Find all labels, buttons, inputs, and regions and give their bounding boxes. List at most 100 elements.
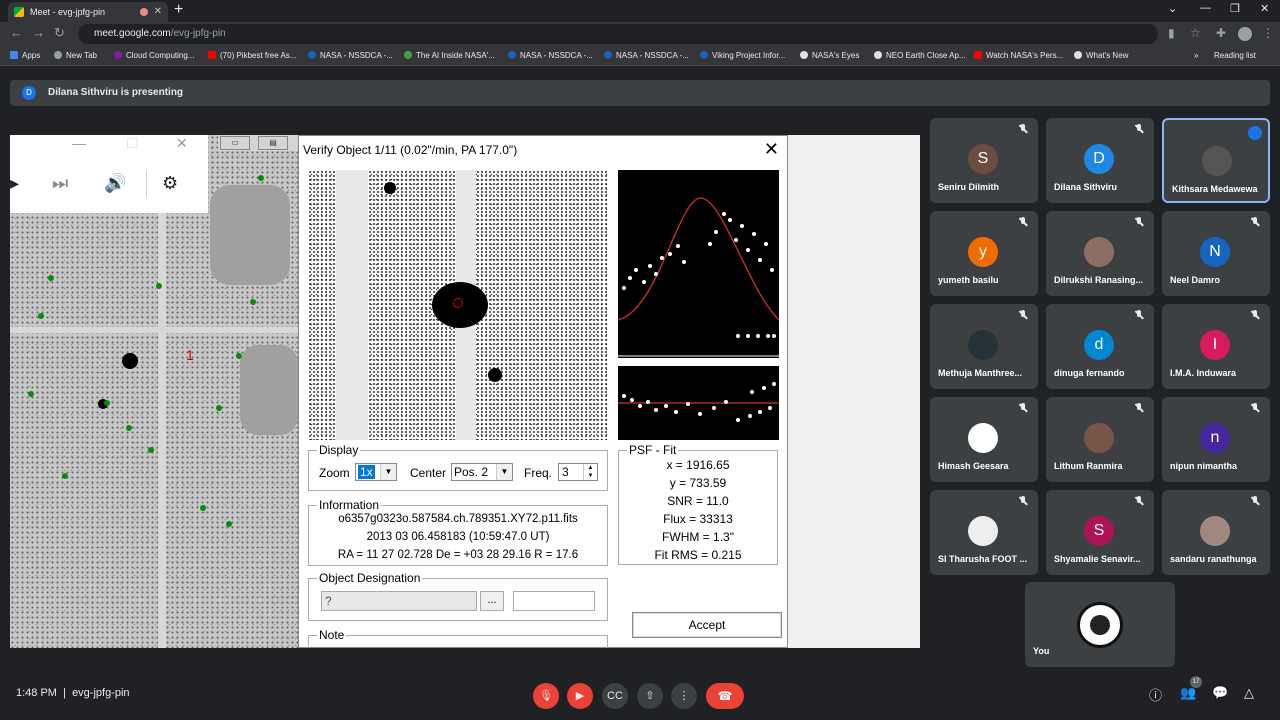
bookmark-item[interactable]: NASA - NSSDCA -... xyxy=(308,46,393,66)
designation-field[interactable]: ? xyxy=(321,591,477,611)
chevron-down-icon[interactable]: ▼ xyxy=(496,464,512,480)
camera-in-use-icon[interactable]: ▮ xyxy=(1168,26,1175,40)
meet-main: D Dilana Sithviru is presenting 1 — ☐ ✕ … xyxy=(0,66,1280,720)
skip-next-icon[interactable]: ⏭ xyxy=(52,173,68,194)
star-blob xyxy=(384,182,396,194)
participant-tile[interactable]: I I.M.A. Induwara xyxy=(1162,304,1270,389)
reference-star xyxy=(236,353,242,359)
profile-avatar[interactable] xyxy=(1238,27,1252,41)
participant-name: dinuga fernando xyxy=(1054,368,1125,378)
center-select[interactable]: Pos. 2 ▼ xyxy=(451,463,513,481)
bookmark-item[interactable]: Apps xyxy=(10,46,40,66)
participant-avatar: I xyxy=(1200,330,1230,360)
mic-muted-icon xyxy=(1250,403,1260,413)
chat-icon[interactable]: 💬 xyxy=(1212,685,1228,701)
bookmark-item[interactable]: (70) Pikbest free As... xyxy=(208,46,296,66)
chevron-down-icon[interactable]: ▼ xyxy=(380,464,396,480)
meeting-time: 1:48 PM | evg-jpfg-pin xyxy=(16,687,130,699)
restore-icon[interactable]: ▭ xyxy=(220,136,250,150)
designation-extra-field[interactable] xyxy=(513,591,595,611)
tile-icon[interactable]: ▤ xyxy=(258,136,288,150)
end-call-button[interactable]: ☎ xyxy=(706,683,744,709)
reading-list[interactable]: Reading list xyxy=(1214,46,1256,66)
participant-tile[interactable]: D Dilana Sithviru xyxy=(1046,118,1154,203)
participant-tile[interactable]: Kithsara Medawewa xyxy=(1162,118,1270,203)
masked-area xyxy=(210,185,290,285)
participant-tile[interactable]: N Neel Damro xyxy=(1162,211,1270,296)
meet-favicon-icon xyxy=(14,7,24,17)
participant-name: Shyamalie Senavir... xyxy=(1054,554,1141,564)
bookmark-item[interactable]: NASA's Eyes xyxy=(800,46,859,66)
meeting-details-icon[interactable]: ⓘ xyxy=(1149,685,1162,704)
tab-close-icon[interactable]: ✕ xyxy=(154,2,162,22)
freq-spinner[interactable]: 3 ▲ ▼ xyxy=(558,463,598,481)
mic-muted-icon xyxy=(1018,496,1028,506)
psf-profile-svg xyxy=(618,197,779,357)
present-screen-icon[interactable]: ⇧ xyxy=(637,683,663,709)
minimize-icon[interactable]: — xyxy=(72,135,86,151)
bookmark-item[interactable]: Cloud Computing... xyxy=(114,46,194,66)
bookmark-item[interactable]: The AI Inside NASA'... xyxy=(404,46,495,66)
camera-off-icon[interactable]: ▶ xyxy=(567,683,593,709)
new-tab-icon[interactable]: + xyxy=(174,1,183,19)
forward-icon[interactable]: → xyxy=(32,25,45,40)
reload-icon[interactable]: ↻ xyxy=(54,25,65,41)
mic-muted-icon xyxy=(1134,217,1144,227)
browse-button[interactable]: ... xyxy=(480,591,504,611)
participant-tile[interactable]: n nipun nimantha xyxy=(1162,397,1270,482)
captions-icon[interactable]: CC xyxy=(602,683,628,709)
bookmark-item[interactable]: NASA - NSSDCA -... xyxy=(508,46,593,66)
participant-name: Himash Geesara xyxy=(938,461,1009,471)
dialog-close-icon[interactable]: ✕ xyxy=(764,139,779,160)
participant-tile[interactable]: S Shyamalie Senavir... xyxy=(1046,490,1154,575)
maximize-icon[interactable]: ❐ xyxy=(1230,2,1240,15)
participant-tile[interactable]: y yumeth basilu xyxy=(930,211,1038,296)
participant-avatar: d xyxy=(1084,330,1114,360)
bookmark-item[interactable]: Watch NASA's Pers... xyxy=(974,46,1063,66)
spinner-arrows-icon[interactable]: ▲ ▼ xyxy=(583,464,597,480)
participant-tile[interactable]: Dilrukshi Ranasing... xyxy=(1046,211,1154,296)
close-icon[interactable]: ✕ xyxy=(176,135,188,152)
settings-gear-icon[interactable]: ⚙ xyxy=(162,173,178,194)
participant-tile[interactable]: SI Tharusha FOOT ... xyxy=(930,490,1038,575)
bookmark-item[interactable]: Viking Project Infor... xyxy=(700,46,785,66)
extensions-icon[interactable]: ✚ xyxy=(1216,26,1226,40)
participant-tile[interactable]: Himash Geesara xyxy=(930,397,1038,482)
mic-off-icon[interactable]: 🎙 xyxy=(533,683,559,709)
maximize-icon[interactable]: ☐ xyxy=(126,135,139,152)
back-icon[interactable]: ← xyxy=(10,25,23,40)
target-ring xyxy=(453,298,463,308)
presenting-banner: D Dilana Sithviru is presenting xyxy=(10,80,1270,106)
participant-tile[interactable]: Methuja Manthree... xyxy=(930,304,1038,389)
volume-icon[interactable]: 🔊 xyxy=(104,173,126,194)
more-options-icon[interactable]: ⋮ xyxy=(671,683,697,709)
participant-tile[interactable]: S Seniru Dilmith xyxy=(930,118,1038,203)
bookmark-item[interactable]: NASA - NSSDCA -... xyxy=(604,46,689,66)
url-field[interactable]: meet.google.com/evg-jpfg-pin xyxy=(78,24,1158,44)
media-controls-popup: — ☐ ✕ ▸ ⏭ 🔊 ⚙ xyxy=(10,135,208,213)
bookmark-item[interactable]: NEO Earth Close Ap... xyxy=(874,46,966,66)
participant-avatar xyxy=(968,423,998,453)
bookmark-item[interactable]: What's New xyxy=(1074,46,1128,66)
accept-button[interactable]: Accept xyxy=(632,612,782,638)
reference-star xyxy=(156,283,162,289)
bookmarks-bar: Apps New Tab Cloud Computing... (70) Pik… xyxy=(0,46,1280,66)
star-blob xyxy=(488,368,502,382)
play-icon[interactable]: ▸ xyxy=(10,173,19,194)
bookmarks-overflow-icon[interactable]: » xyxy=(1194,46,1198,66)
bookmark-item[interactable]: New Tab xyxy=(54,46,97,66)
self-view-tile[interactable]: You xyxy=(1025,582,1175,667)
participant-tile[interactable]: Lithum Ranmira xyxy=(1046,397,1154,482)
star xyxy=(122,353,138,369)
participant-name: sandaru ranathunga xyxy=(1170,554,1257,564)
menu-icon[interactable]: ⋮ xyxy=(1262,26,1274,40)
zoom-select[interactable]: 1x ▼ xyxy=(355,463,397,481)
tab-search-icon[interactable]: ⌄ xyxy=(1168,2,1177,15)
activities-icon[interactable]: △ xyxy=(1244,685,1254,701)
minimize-icon[interactable]: — xyxy=(1200,2,1211,14)
window-close-icon[interactable]: ✕ xyxy=(1260,2,1269,15)
participant-tile[interactable]: d dinuga fernando xyxy=(1046,304,1154,389)
browser-tab[interactable]: Meet - evg-jpfg-pin ✕ xyxy=(8,2,168,22)
participant-tile[interactable]: sandaru ranathunga xyxy=(1162,490,1270,575)
bookmark-star-icon[interactable]: ☆ xyxy=(1190,26,1201,40)
